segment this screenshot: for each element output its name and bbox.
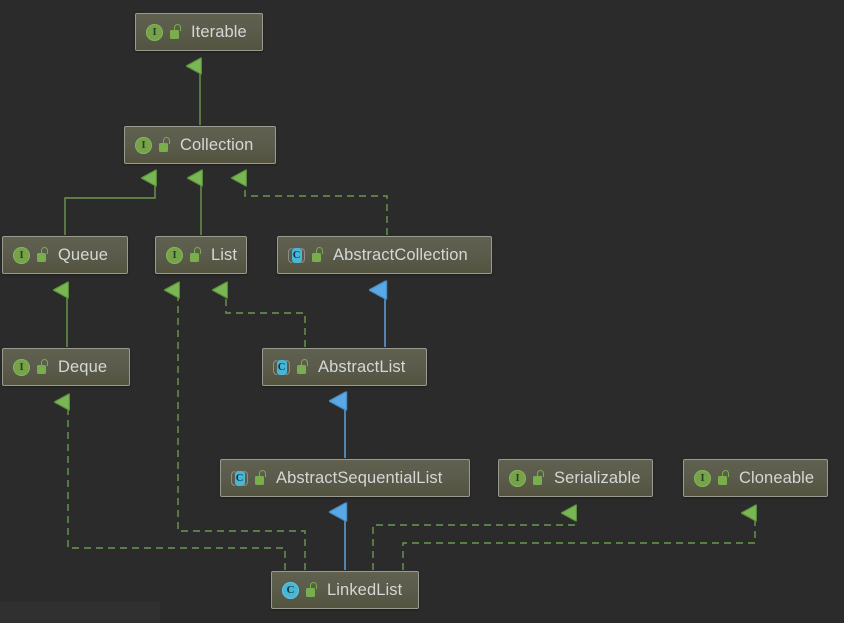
interface-icon: [12, 358, 31, 377]
edge-linkedlist-to-cloneable: [402, 513, 755, 570]
interface-icon: [12, 246, 31, 265]
node-abstractcollection[interactable]: AbstractCollection: [277, 236, 492, 274]
node-label-queue: Queue: [58, 245, 109, 264]
node-list[interactable]: List: [155, 236, 247, 274]
node-label-abstractlist: AbstractList: [318, 357, 406, 376]
node-label-linkedlist: LinkedList: [327, 580, 403, 599]
node-iterable[interactable]: Iterable: [135, 13, 263, 51]
node-serializable[interactable]: Serializable: [498, 459, 653, 497]
public-lock-icon: [36, 358, 50, 376]
edge-linkedlist-to-list: [178, 290, 306, 570]
node-label-iterable: Iterable: [191, 22, 247, 41]
public-lock-icon: [189, 246, 203, 264]
node-label-deque: Deque: [58, 357, 108, 376]
node-cloneable[interactable]: Cloneable: [683, 459, 828, 497]
node-linkedlist[interactable]: LinkedList: [271, 571, 419, 609]
public-lock-icon: [305, 581, 319, 599]
node-deque[interactable]: Deque: [2, 348, 130, 386]
node-label-abstractcollection: AbstractCollection: [333, 245, 468, 264]
class-icon: [281, 581, 300, 600]
public-lock-icon: [254, 469, 268, 487]
edge-abstractlist-to-list: [226, 290, 306, 347]
node-abstractsequentiallist[interactable]: AbstractSequentialList: [220, 459, 470, 497]
interface-icon: [134, 136, 153, 155]
public-lock-icon: [169, 23, 183, 41]
public-lock-icon: [158, 136, 172, 154]
abstract-class-icon: [230, 469, 249, 488]
abstract-class-icon: [272, 358, 291, 377]
node-label-cloneable: Cloneable: [739, 468, 815, 487]
edge-queue-to-collection: [64, 178, 155, 235]
interface-icon: [165, 246, 184, 265]
bottom-status-panel: [0, 602, 160, 623]
edge-abstractcollection-to-collection: [245, 178, 388, 235]
node-label-serializable: Serializable: [554, 468, 641, 487]
node-abstractlist[interactable]: AbstractList: [262, 348, 427, 386]
node-queue[interactable]: Queue: [2, 236, 128, 274]
public-lock-icon: [717, 469, 731, 487]
interface-icon: [508, 469, 527, 488]
node-collection[interactable]: Collection: [124, 126, 276, 164]
public-lock-icon: [296, 358, 310, 376]
public-lock-icon: [532, 469, 546, 487]
node-label-collection: Collection: [180, 135, 254, 154]
node-label-list: List: [211, 245, 238, 264]
interface-icon: [693, 469, 712, 488]
abstract-class-icon: [287, 246, 306, 265]
public-lock-icon: [36, 246, 50, 264]
interface-icon: [145, 23, 164, 42]
uml-class-diagram-canvas[interactable]: Iterable Collection Queue List AbstractC…: [0, 0, 844, 623]
diagram-edges-layer: [0, 0, 844, 570]
node-label-abstractsequentiallist: AbstractSequentialList: [276, 468, 443, 487]
public-lock-icon: [311, 246, 325, 264]
edge-linkedlist-to-serializable: [372, 513, 575, 570]
